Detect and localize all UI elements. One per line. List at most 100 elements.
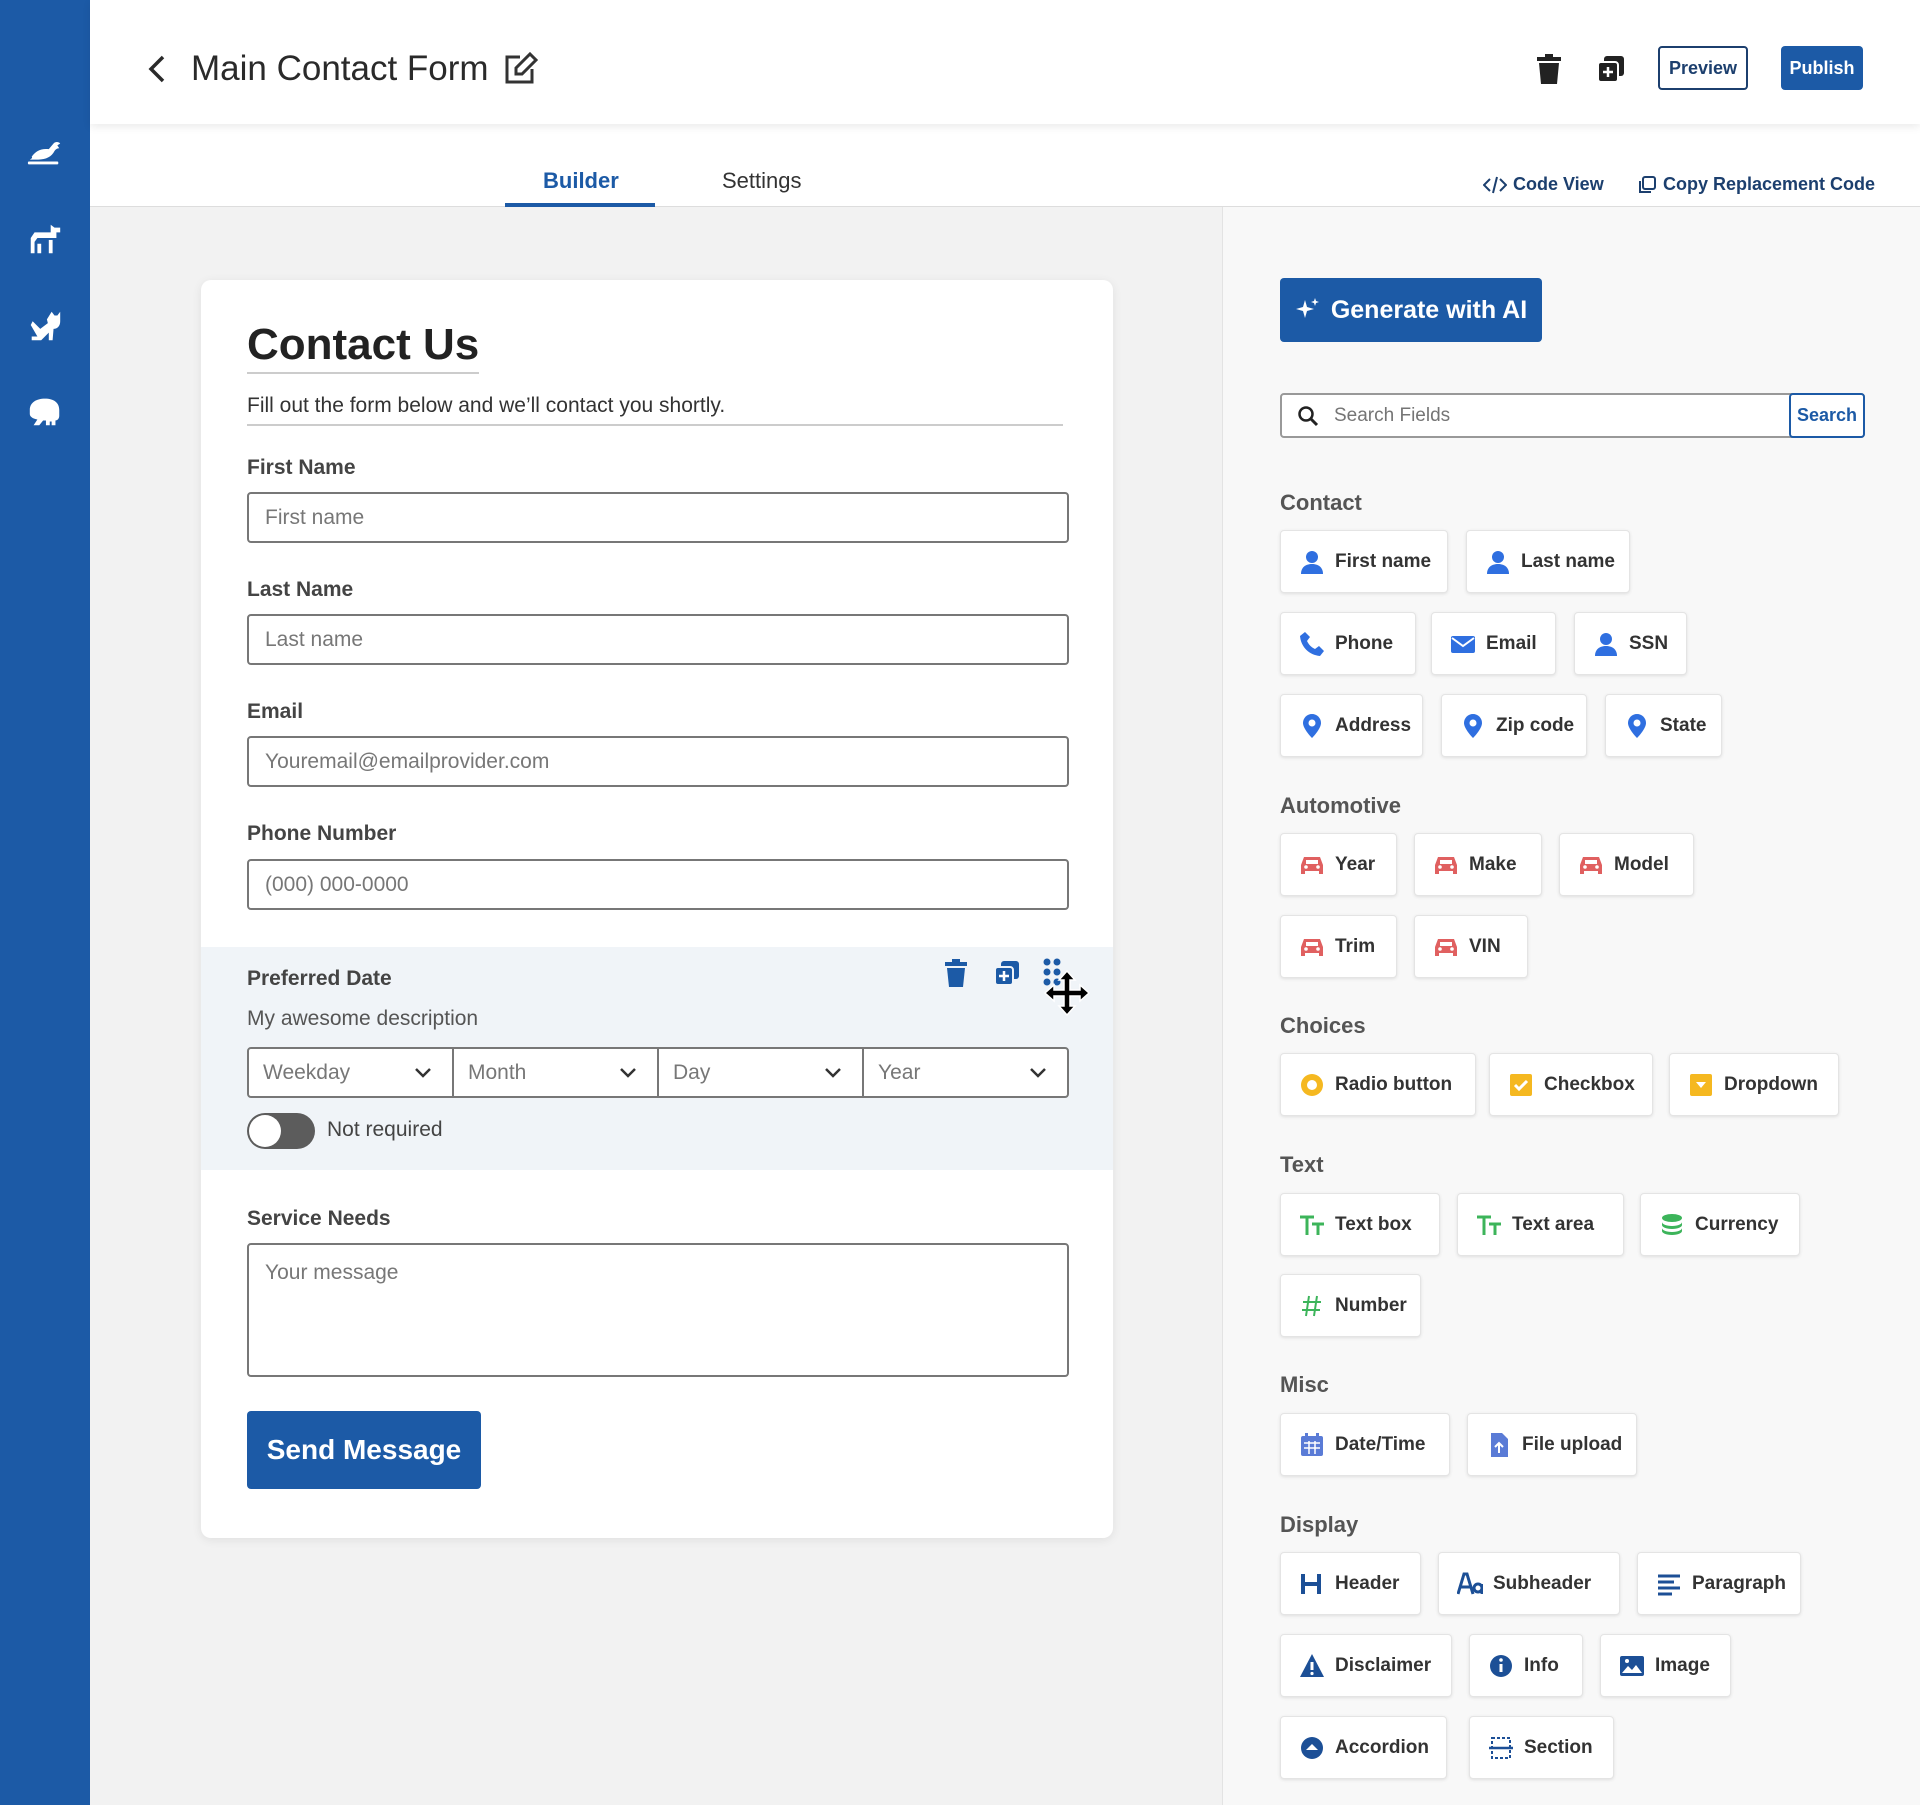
field-make[interactable]: Make bbox=[1414, 833, 1542, 896]
coins-icon bbox=[1659, 1212, 1685, 1238]
weekday-select[interactable]: Weekday bbox=[247, 1047, 454, 1098]
field-state-label: State bbox=[1660, 714, 1707, 736]
duplicate-field-icon[interactable] bbox=[993, 959, 1021, 989]
preferred-date-label: Preferred Date bbox=[247, 967, 392, 990]
search-icon bbox=[1282, 405, 1334, 427]
date-selects: Weekday Month Day Year bbox=[247, 1047, 1069, 1098]
envelope-icon bbox=[1450, 631, 1476, 657]
map-pin-icon bbox=[1624, 713, 1650, 739]
field-date-time[interactable]: Date/Time bbox=[1280, 1413, 1450, 1476]
field-accordion[interactable]: Accordion bbox=[1280, 1716, 1447, 1779]
field-trim[interactable]: Trim bbox=[1280, 915, 1397, 978]
edit-pencil-icon[interactable] bbox=[502, 50, 540, 88]
tab-settings[interactable]: Settings bbox=[722, 168, 802, 194]
paragraph-lines-icon bbox=[1656, 1571, 1682, 1597]
elephant-icon[interactable] bbox=[25, 393, 65, 429]
field-year[interactable]: Year bbox=[1280, 833, 1397, 896]
heading-icon bbox=[1299, 1571, 1325, 1597]
field-disclaimer[interactable]: Disclaimer bbox=[1280, 1634, 1452, 1697]
publish-button[interactable]: Publish bbox=[1781, 46, 1863, 90]
field-subheader[interactable]: Subheader bbox=[1438, 1552, 1620, 1615]
field-section-label: Section bbox=[1524, 1736, 1593, 1758]
month-select[interactable]: Month bbox=[452, 1047, 659, 1098]
field-text-box[interactable]: Text box bbox=[1280, 1193, 1440, 1256]
cat-icon[interactable] bbox=[25, 308, 65, 344]
field-number[interactable]: Number bbox=[1280, 1274, 1421, 1337]
field-model-label: Model bbox=[1614, 853, 1669, 875]
year-select-value: Year bbox=[878, 1060, 921, 1084]
bird-icon[interactable] bbox=[25, 134, 65, 170]
field-paragraph[interactable]: Paragraph bbox=[1637, 1552, 1801, 1615]
service-needs-textarea[interactable]: Your message bbox=[247, 1243, 1069, 1377]
field-state[interactable]: State bbox=[1605, 694, 1722, 757]
preview-button[interactable]: Preview bbox=[1658, 46, 1748, 90]
field-last-name[interactable]: Last name bbox=[1466, 530, 1630, 593]
back-chevron-icon[interactable] bbox=[142, 50, 172, 88]
field-address-label: Address bbox=[1335, 714, 1412, 736]
field-model[interactable]: Model bbox=[1559, 833, 1694, 896]
last-name-field[interactable]: Last name bbox=[247, 614, 1069, 665]
field-header[interactable]: Header bbox=[1280, 1552, 1421, 1615]
field-dropdown[interactable]: Dropdown bbox=[1669, 1053, 1839, 1116]
year-select[interactable]: Year bbox=[862, 1047, 1069, 1098]
field-vin[interactable]: VIN bbox=[1414, 915, 1528, 978]
field-currency[interactable]: Currency bbox=[1640, 1193, 1800, 1256]
field-file-upload[interactable]: File upload bbox=[1467, 1413, 1637, 1476]
email-field[interactable]: Youremail@emailprovider.com bbox=[247, 736, 1069, 787]
image-icon bbox=[1619, 1653, 1645, 1679]
phone-field[interactable]: (000) 000-0000 bbox=[247, 859, 1069, 910]
send-message-button[interactable]: Send Message bbox=[247, 1411, 481, 1489]
field-email[interactable]: Email bbox=[1431, 612, 1556, 675]
field-radio-button-label: Radio button bbox=[1335, 1073, 1453, 1095]
field-first-name[interactable]: First name bbox=[1280, 530, 1448, 593]
generate-with-ai-button[interactable]: Generate with AI bbox=[1280, 278, 1542, 342]
search-button[interactable]: Search bbox=[1789, 393, 1865, 438]
field-ssn-label: SSN bbox=[1629, 632, 1669, 654]
form-subheading[interactable]: Fill out the form below and we’ll contac… bbox=[247, 394, 1063, 426]
preferred-date-description: My awesome description bbox=[247, 1007, 479, 1030]
field-address[interactable]: Address bbox=[1280, 694, 1423, 757]
field-first-name-label: First name bbox=[1335, 550, 1432, 572]
field-zip-code-label: Zip code bbox=[1496, 714, 1575, 736]
day-select[interactable]: Day bbox=[657, 1047, 864, 1098]
field-vin-label: VIN bbox=[1469, 935, 1501, 957]
search-fields-input[interactable] bbox=[1334, 404, 1789, 427]
field-header-label: Header bbox=[1335, 1572, 1400, 1594]
tab-builder[interactable]: Builder bbox=[543, 168, 619, 194]
field-info[interactable]: Info bbox=[1469, 1634, 1583, 1697]
field-ssn[interactable]: SSN bbox=[1574, 612, 1687, 675]
form-heading[interactable]: Contact Us bbox=[247, 320, 480, 374]
field-phone[interactable]: Phone bbox=[1280, 612, 1416, 675]
field-currency-label: Currency bbox=[1695, 1213, 1779, 1235]
chevron-down-icon bbox=[415, 1067, 431, 1078]
category-contact: Contact bbox=[1280, 490, 1362, 515]
dropdown-icon bbox=[1688, 1072, 1714, 1098]
preferred-date-block[interactable]: Preferred Date My awesome description We… bbox=[201, 947, 1113, 1170]
trash-icon[interactable] bbox=[1536, 54, 1566, 86]
accordion-chevron-icon bbox=[1299, 1735, 1325, 1761]
field-image[interactable]: Image bbox=[1600, 1634, 1731, 1697]
copy-replacement-code-link[interactable]: Copy Replacement Code bbox=[1637, 174, 1875, 195]
person-icon bbox=[1593, 631, 1619, 657]
field-checkbox[interactable]: Checkbox bbox=[1489, 1053, 1653, 1116]
dog-icon[interactable] bbox=[25, 221, 65, 257]
field-make-label: Make bbox=[1469, 853, 1517, 875]
info-icon bbox=[1488, 1653, 1514, 1679]
delete-field-icon[interactable] bbox=[944, 959, 970, 989]
field-number-label: Number bbox=[1335, 1294, 1407, 1316]
field-section[interactable]: Section bbox=[1469, 1716, 1614, 1779]
field-email-label: Email bbox=[1486, 632, 1537, 654]
car-icon bbox=[1433, 852, 1459, 878]
text-size-icon bbox=[1299, 1212, 1325, 1238]
field-file-upload-label: File upload bbox=[1522, 1433, 1623, 1455]
required-toggle[interactable] bbox=[247, 1113, 315, 1149]
phone-icon bbox=[1299, 631, 1325, 657]
field-text-area[interactable]: Text area bbox=[1457, 1193, 1624, 1256]
field-radio-button[interactable]: Radio button bbox=[1280, 1053, 1476, 1116]
field-zip-code[interactable]: Zip code bbox=[1441, 694, 1587, 757]
duplicate-icon[interactable] bbox=[1596, 54, 1628, 86]
first-name-field[interactable]: First name bbox=[247, 492, 1069, 543]
code-view-link[interactable]: Code View bbox=[1483, 174, 1604, 195]
field-phone-label: Phone bbox=[1335, 632, 1394, 654]
car-icon bbox=[1433, 934, 1459, 960]
